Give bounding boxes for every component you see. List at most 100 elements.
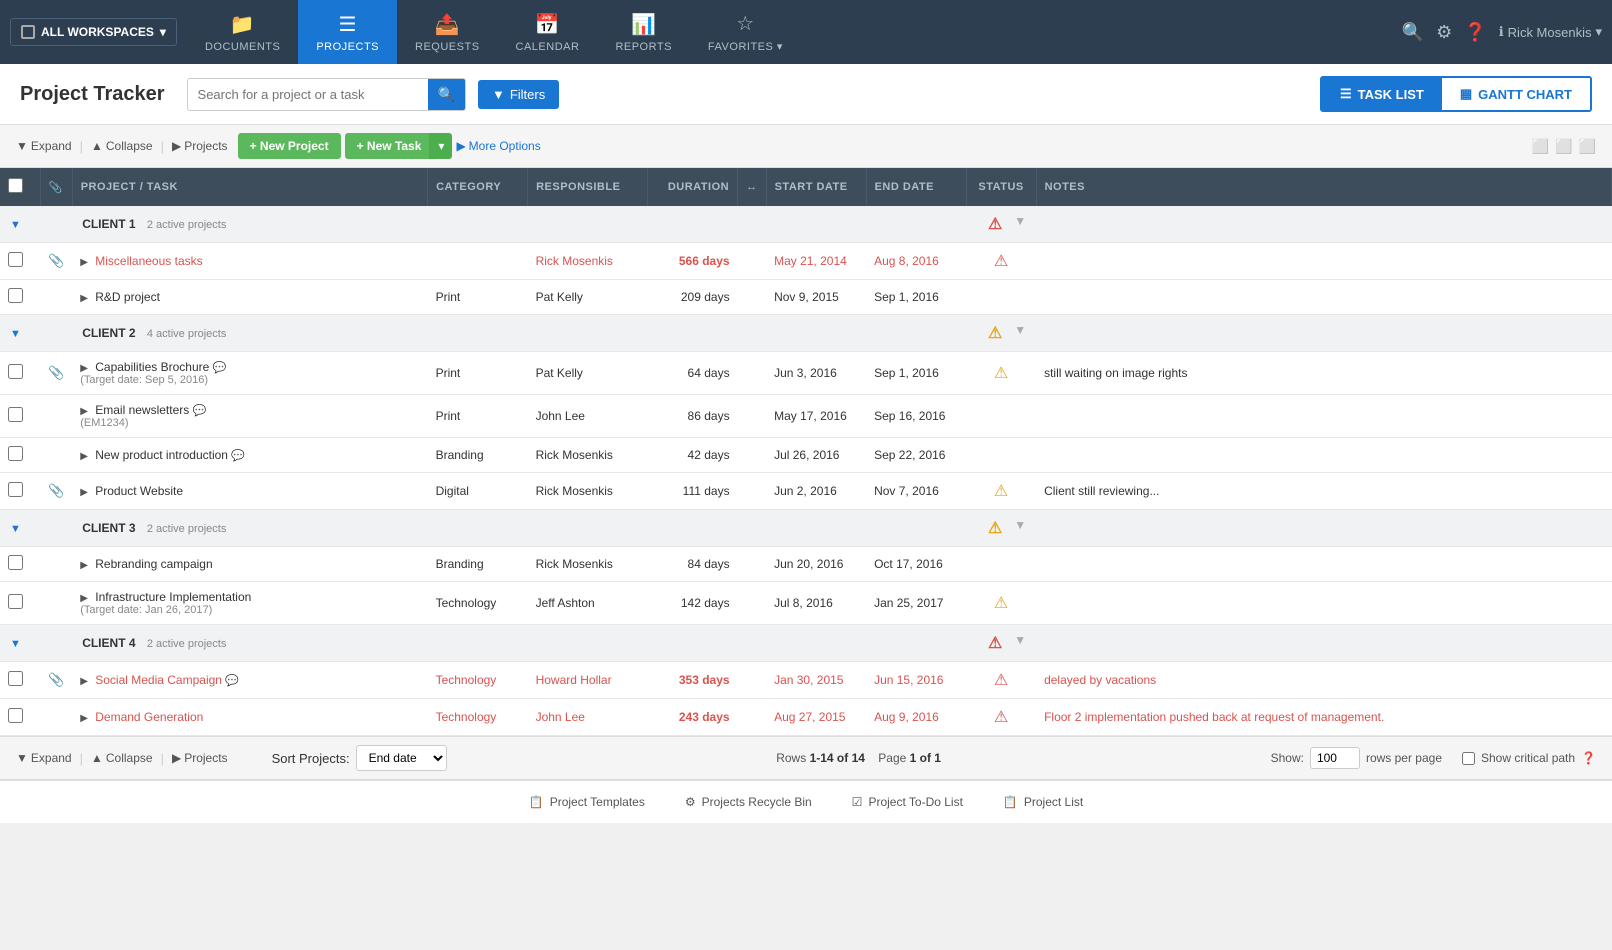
row-expand-icon[interactable]: ▶ — [80, 406, 88, 417]
row-expand-icon[interactable]: ▶ — [80, 293, 88, 304]
nav-item-requests[interactable]: 📤 REQUESTS — [397, 0, 498, 64]
nav-item-documents[interactable]: 📁 DOCUMENTS — [187, 0, 298, 64]
client-subtitle: 2 active projects — [147, 523, 226, 535]
search-icon[interactable]: 🔍 — [1402, 22, 1424, 43]
row-category: Technology — [428, 582, 528, 625]
sort-select[interactable]: End date Start date Name Status — [356, 745, 447, 771]
row-task-name[interactable]: Miscellaneous tasks — [95, 254, 202, 268]
user-menu[interactable]: ℹ Rick Mosenkis ▾ — [1499, 24, 1602, 40]
client-expand[interactable]: ▼ — [0, 315, 40, 352]
th-duration[interactable]: DURATION — [648, 168, 738, 206]
row-checkbox[interactable] — [8, 407, 23, 422]
footer-expand-link[interactable]: ▼ Expand — [16, 751, 72, 765]
filter-button[interactable]: ▼ Filters — [478, 80, 559, 109]
nav-item-projects[interactable]: ☰ PROJECTS — [298, 0, 397, 64]
client-filter-icon[interactable]: ▼ — [1014, 518, 1026, 532]
row-category: Technology — [428, 699, 528, 736]
row-expand-icon[interactable]: ▶ — [80, 593, 88, 604]
row-notes: still waiting on image rights — [1036, 352, 1611, 395]
th-responsible[interactable]: RESPONSIBLE — [528, 168, 648, 206]
export-icon-2[interactable]: ⬜ — [1555, 138, 1572, 155]
row-notes: delayed by vacations — [1036, 662, 1611, 699]
th-end-date[interactable]: END DATE — [866, 168, 966, 206]
row-checkbox[interactable] — [8, 671, 23, 686]
new-project-button[interactable]: + New Project — [238, 133, 341, 159]
nav-item-reports[interactable]: 📊 REPORTS — [597, 0, 689, 64]
footer-collapse-link[interactable]: ▲ Collapse — [91, 751, 153, 765]
row-checkbox[interactable] — [8, 708, 23, 723]
client-filter-icon[interactable]: ▼ — [1014, 633, 1026, 647]
row-expand-icon[interactable]: ▶ — [80, 257, 88, 268]
row-checkbox[interactable] — [8, 364, 23, 379]
search-input[interactable] — [188, 80, 428, 109]
projects-link[interactable]: ▶ Projects — [172, 139, 228, 153]
table-row: 📎 ▶ Miscellaneous tasks Rick Mosenkis 56… — [0, 243, 1612, 280]
th-project-task[interactable]: PROJECT / TASK — [72, 168, 427, 206]
show-per-page-input[interactable] — [1310, 747, 1360, 769]
export-icon-3[interactable]: ⬜ — [1579, 138, 1596, 155]
client-expand[interactable]: ▼ — [0, 206, 40, 243]
footer-projects-link[interactable]: ▶ Projects — [172, 751, 228, 765]
row-expand-icon[interactable]: ▶ — [80, 676, 88, 687]
client-expand[interactable]: ▼ — [0, 510, 40, 547]
task-subtitle: (Target date: Sep 5, 2016) — [80, 374, 419, 386]
footer-projects-label: Projects — [184, 751, 227, 765]
row-checkbox[interactable] — [8, 555, 23, 570]
collapse-link[interactable]: ▲ Collapse — [91, 139, 153, 153]
bottom-nav-list[interactable]: 📋 Project List — [1003, 795, 1083, 809]
expand-link[interactable]: ▼ Expand — [16, 139, 72, 153]
row-expand-icon[interactable]: ▶ — [80, 713, 88, 724]
critical-path-checkbox[interactable] — [1462, 752, 1475, 765]
bottom-nav-recycle[interactable]: ⚙ Projects Recycle Bin — [685, 795, 812, 809]
new-task-button[interactable]: + New Task — [345, 133, 434, 159]
row-task-name[interactable]: Demand Generation — [95, 710, 203, 724]
help-icon[interactable]: ❓ — [1464, 22, 1486, 43]
row-task-name[interactable]: Capabilities Brochure 💬 — [95, 360, 226, 374]
th-arrow: ↔ — [738, 168, 767, 206]
row-expand-icon[interactable]: ▶ — [80, 451, 88, 462]
reports-icon: 📊 — [631, 12, 656, 37]
row-task-name[interactable]: Social Media Campaign 💬 — [95, 673, 239, 687]
critical-path-help-icon[interactable]: ❓ — [1581, 751, 1596, 765]
row-arrow — [738, 280, 767, 315]
client-group-row: ▼ CLIENT 4 2 active projects ⚠ ▼ — [0, 625, 1612, 662]
client-filter-icon[interactable]: ▼ — [1014, 214, 1026, 228]
row-checkbox[interactable] — [8, 252, 23, 267]
settings-icon[interactable]: ⚙ — [1436, 22, 1452, 43]
row-expand-icon[interactable]: ▶ — [80, 560, 88, 571]
new-task-caret[interactable]: ▾ — [429, 133, 452, 159]
th-status[interactable]: STATUS — [966, 168, 1036, 206]
th-start-date[interactable]: START DATE — [766, 168, 866, 206]
status-warn-icon: ⚠ — [988, 520, 1002, 537]
tab-task-list[interactable]: ☰ TASK LIST — [1322, 78, 1442, 110]
export-icon-1[interactable]: ⬜ — [1532, 138, 1549, 155]
row-checkbox[interactable] — [8, 594, 23, 609]
bottom-nav-templates[interactable]: 📋 Project Templates — [529, 795, 645, 809]
nav-item-favorites[interactable]: ☆ FAVORITES ▾ — [690, 0, 801, 64]
row-task-name[interactable]: New product introduction 💬 — [95, 448, 245, 462]
row-checkbox[interactable] — [8, 446, 23, 461]
row-task-name[interactable]: Product Website — [95, 484, 183, 498]
row-expand-icon[interactable]: ▶ — [80, 363, 88, 374]
row-arrow — [738, 662, 767, 699]
row-task-name[interactable]: R&D project — [95, 290, 160, 304]
more-options-button[interactable]: ▶ More Options — [456, 139, 540, 153]
row-task-name[interactable]: Email newsletters 💬 — [95, 403, 206, 417]
row-status — [966, 280, 1036, 315]
bottom-nav-todo[interactable]: ☑ Project To-Do List — [852, 795, 963, 809]
row-clip-cell — [40, 547, 72, 582]
workspace-selector[interactable]: ALL WORKSPACES ▾ — [10, 18, 177, 46]
client-filter-icon[interactable]: ▼ — [1014, 323, 1026, 337]
th-notes[interactable]: NOTES — [1036, 168, 1611, 206]
row-task-name[interactable]: Rebranding campaign — [95, 557, 212, 571]
client-expand[interactable]: ▼ — [0, 625, 40, 662]
row-task-name[interactable]: Infrastructure Implementation — [95, 590, 251, 604]
row-checkbox[interactable] — [8, 482, 23, 497]
nav-item-calendar[interactable]: 📅 CALENDAR — [498, 0, 598, 64]
select-all-checkbox[interactable] — [8, 178, 23, 193]
search-button[interactable]: 🔍 — [428, 79, 465, 110]
row-checkbox[interactable] — [8, 288, 23, 303]
tab-gantt-chart[interactable]: ▦ GANTT CHART — [1442, 78, 1590, 110]
th-category[interactable]: CATEGORY — [428, 168, 528, 206]
row-expand-icon[interactable]: ▶ — [80, 487, 88, 498]
